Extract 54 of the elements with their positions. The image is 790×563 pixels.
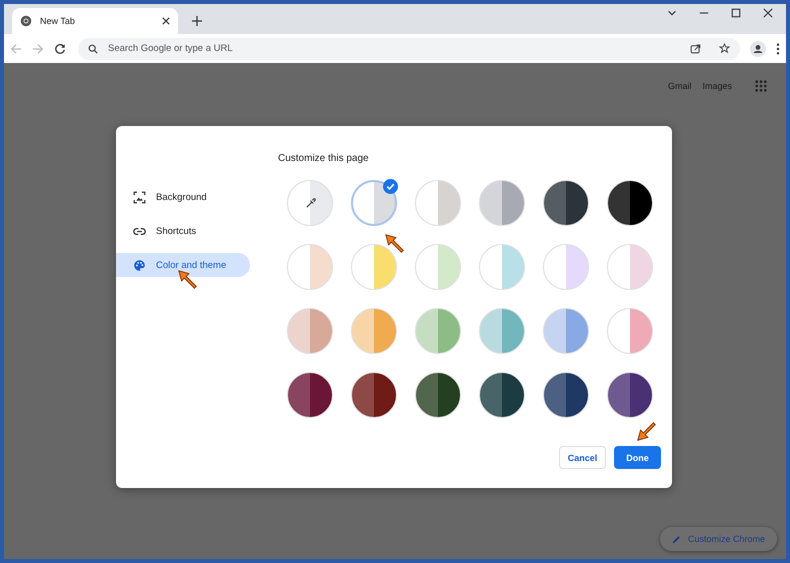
pencil-icon (672, 534, 681, 544)
color-swatch[interactable] (351, 244, 397, 290)
eyedropper-icon (304, 198, 316, 208)
chrome-logo-icon (20, 15, 32, 27)
sidebar-item[interactable]: Shortcuts (116, 219, 250, 243)
color-swatch[interactable] (287, 372, 333, 418)
checkmark-icon (383, 179, 398, 194)
color-swatch[interactable] (287, 308, 333, 354)
color-swatch[interactable] (479, 308, 525, 354)
color-swatch[interactable] (415, 180, 461, 226)
color-swatch[interactable] (415, 372, 461, 418)
sidebar-item[interactable]: Background (116, 185, 250, 209)
close-icon[interactable] (763, 8, 773, 18)
pointer-arrow-icon (636, 420, 658, 442)
color-swatch[interactable] (543, 180, 589, 226)
profile-avatar-icon[interactable] (750, 40, 766, 56)
color-swatch[interactable] (543, 244, 589, 290)
apps-grid-icon[interactable] (755, 80, 767, 92)
color-swatch[interactable] (479, 180, 525, 226)
color-swatch[interactable] (607, 180, 653, 226)
header-link[interactable]: Images (702, 81, 732, 91)
more-menu-icon[interactable] (776, 42, 780, 54)
new-tab-icon[interactable] (192, 16, 202, 26)
color-swatch[interactable] (415, 244, 461, 290)
pointer-arrow-icon (384, 233, 406, 255)
color-swatch[interactable] (607, 372, 653, 418)
pointer-arrow-icon (177, 269, 199, 291)
dialog-title: Customize this page (278, 153, 370, 164)
star-icon[interactable] (719, 43, 730, 54)
color-swatch[interactable] (351, 372, 397, 418)
cancel-button[interactable]: Cancel (559, 446, 606, 469)
share-icon[interactable] (690, 43, 701, 54)
color-swatch[interactable] (351, 180, 397, 226)
color-swatch[interactable] (287, 244, 333, 290)
address-bar[interactable]: Search Google or type a URL (78, 38, 740, 60)
color-swatch[interactable] (607, 308, 653, 354)
search-icon (88, 44, 98, 54)
color-swatch[interactable] (479, 372, 525, 418)
color-swatch[interactable] (543, 372, 589, 418)
color-swatch[interactable] (543, 308, 589, 354)
palette-icon (133, 258, 146, 272)
close-tab-icon[interactable] (162, 17, 170, 25)
image-frame-icon (133, 190, 146, 204)
done-button[interactable]: Done (614, 446, 661, 469)
maximize-icon[interactable] (731, 8, 741, 18)
sidebar-item[interactable]: Color and theme (116, 253, 250, 277)
header-link[interactable]: Gmail (668, 81, 692, 91)
color-swatch[interactable] (607, 244, 653, 290)
color-swatch[interactable] (415, 308, 461, 354)
color-swatch[interactable] (351, 308, 397, 354)
reload-icon[interactable] (54, 42, 66, 54)
custom-color-button[interactable] (287, 180, 333, 226)
color-swatch[interactable] (479, 244, 525, 290)
browser-tab[interactable]: New Tab (12, 8, 178, 34)
